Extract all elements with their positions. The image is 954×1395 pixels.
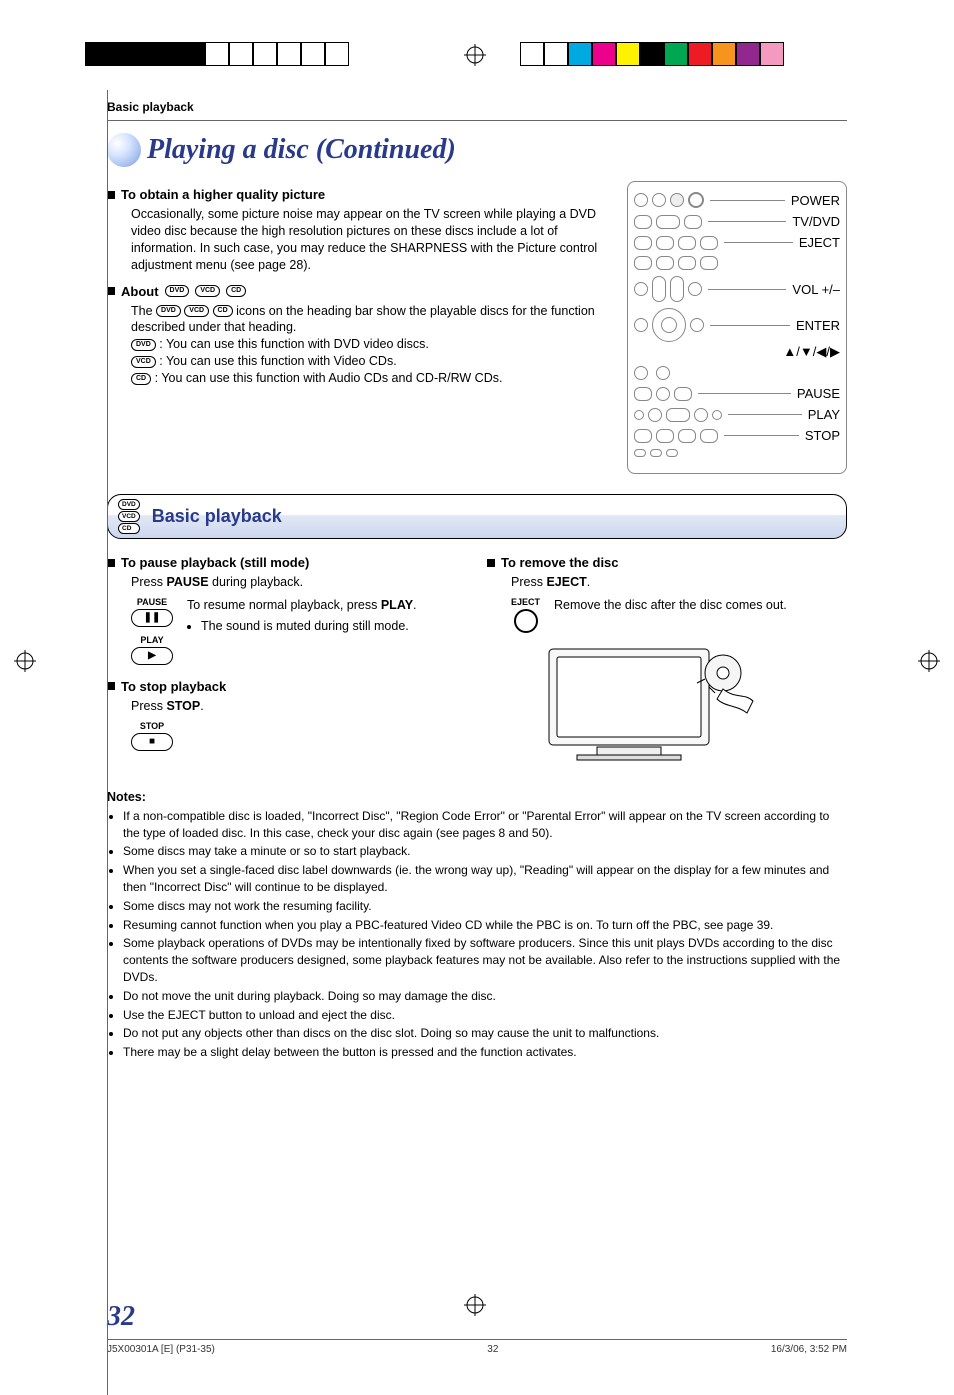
pause-resume-text: To resume normal playback, press PLAY. [187,597,417,614]
note-item: There may be a slight delay between the … [123,1044,847,1061]
pause-note: The sound is muted during still mode. [201,618,417,635]
play-button-icon: PLAY ▶ [131,635,173,665]
sphere-icon [107,133,141,167]
breadcrumb: Basic playback [107,90,847,121]
remote-label-enter: ENTER [796,318,840,333]
dvd-oval-icon: DVD [156,305,181,317]
note-item: Some discs may take a minute or so to st… [123,843,847,860]
heading-stop: To stop playback [107,679,467,694]
left-margin-rule [107,90,108,1395]
registration-mark-right [918,650,940,672]
remote-label-eject: EJECT [799,235,840,250]
footer-mid: 32 [487,1344,498,1355]
cd-oval-icon: CD [213,305,233,317]
pause-button-icon: PAUSE ❚❚ [131,597,173,627]
registration-mark-left [14,650,36,672]
vcd-oval-icon: VCD [195,285,220,297]
color-swatches [520,42,784,66]
note-item: Resuming cannot function when you play a… [123,917,847,934]
notes-heading: Notes: [107,790,847,804]
dvd-oval-icon: DVD [165,285,190,297]
cd-oval-icon: CD [226,285,246,297]
page-content: Basic playback Playing a disc (Continued… [107,90,847,1395]
body-higher-quality: Occasionally, some picture noise may app… [131,206,607,274]
section-title: Basic playback [152,506,282,527]
remove-text: Remove the disc after the disc comes out… [554,597,787,614]
heading-higher-quality: To obtain a higher quality picture [107,187,607,202]
note-item: Use the EJECT button to unload and eject… [123,1007,847,1024]
vcd-oval-icon: VCD [131,356,156,368]
dvd-oval-icon: DVD [131,339,156,351]
heading-pause: To pause playback (still mode) [107,555,467,570]
heading-about-discs: About DVD VCD CD [107,284,607,299]
black-swatches [85,42,349,66]
body-about-discs: The DVD VCD CD icons on the heading bar … [131,303,607,387]
note-item: Some discs may not work the resuming fac… [123,898,847,915]
remote-label-power: POWER [791,193,840,208]
registration-mark-bottom [464,1294,486,1316]
disc-stack-icon: DVD VCD CD [118,499,140,534]
vcd-oval-icon: VCD [184,305,209,317]
registration-mark-top [464,44,486,66]
page-title: Playing a disc (Continued) [147,134,456,166]
remote-diagram: POWER TV/DVD EJECT VOL +/– ENTER ▲/▼/◀/▶… [627,181,847,474]
stop-press-line: Press STOP. [131,698,467,715]
heading-remove: To remove the disc [487,555,847,570]
pause-press-line: Press PAUSE during playback. [131,574,467,591]
stop-button-icon: STOP ■ [131,721,173,751]
footer: J5X00301A [E] (P31-35) 32 16/3/06, 3:52 … [107,1339,847,1355]
heading-text: To obtain a higher quality picture [121,187,325,202]
remote-label-vol: VOL +/– [792,282,840,297]
remove-press-line: Press EJECT. [511,574,847,591]
remote-label-play: PLAY [808,407,840,422]
remote-label-stop: STOP [805,428,840,443]
note-item: Do not put any objects other than discs … [123,1025,847,1042]
print-marks-top [0,0,954,90]
heading-about-prefix: About [121,284,159,299]
title-row: Playing a disc (Continued) [107,133,847,167]
note-item: If a non-compatible disc is loaded, "Inc… [123,808,847,842]
eject-button-icon: EJECT [511,597,540,633]
cd-oval-icon: CD [131,373,151,385]
notes-list: If a non-compatible disc is loaded, "Inc… [107,808,847,1061]
tv-illustration [547,643,847,766]
note-item: Some playback operations of DVDs may be … [123,935,847,985]
remote-label-pause: PAUSE [797,386,840,401]
remote-label-tvdvd: TV/DVD [792,214,840,229]
footer-right: 16/3/06, 3:52 PM [771,1344,847,1355]
note-item: When you set a single-faced disc label d… [123,862,847,896]
section-bar: DVD VCD CD Basic playback [107,494,847,539]
footer-left: J5X00301A [E] (P31-35) [107,1344,215,1355]
remote-label-arrows: ▲/▼/◀/▶ [783,344,840,360]
note-item: Do not move the unit during playback. Do… [123,988,847,1005]
